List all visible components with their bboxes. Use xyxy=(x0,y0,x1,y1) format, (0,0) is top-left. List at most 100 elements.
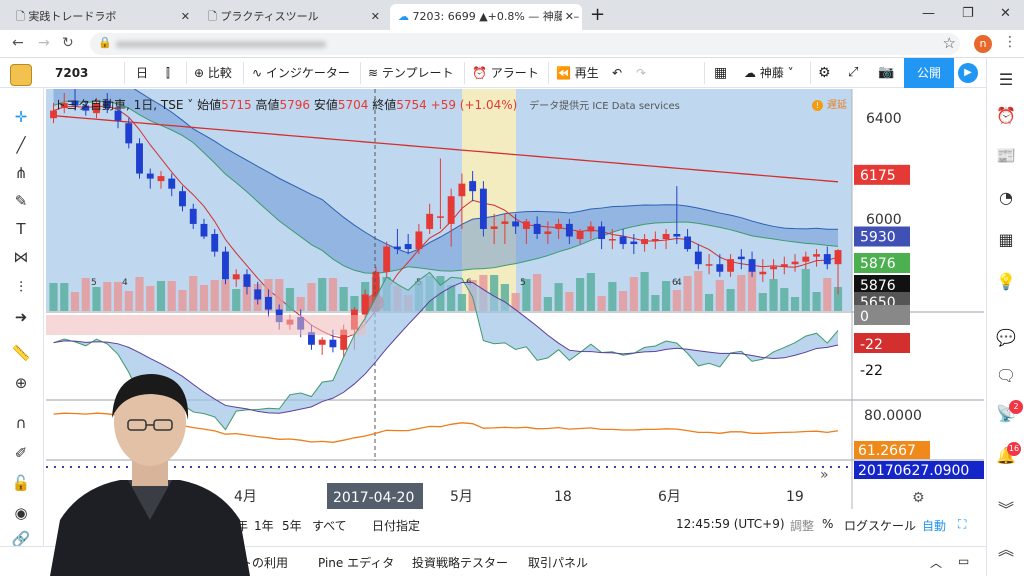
redo-icon[interactable]: ↷ xyxy=(636,58,646,88)
window-close-icon[interactable]: ✕ xyxy=(1000,6,1011,21)
fullscreen-icon[interactable]: ⤢ xyxy=(848,58,858,88)
volume-bar xyxy=(640,272,649,311)
chevron-up-icon[interactable]: ︿ xyxy=(930,554,942,571)
range-5y[interactable]: 5年 xyxy=(282,517,302,534)
volume-bar xyxy=(60,283,69,311)
minimize-icon[interactable]: — xyxy=(922,6,935,21)
watchlist-icon[interactable]: ☰ xyxy=(994,68,1018,92)
layout-name-button[interactable]: ☁ 神藤 ˅ xyxy=(744,58,794,88)
brush-icon[interactable]: ✎ xyxy=(9,190,33,212)
chat-icon[interactable]: 💬 xyxy=(994,326,1018,350)
magnet-icon[interactable]: ∩ xyxy=(9,412,33,434)
lock-icon[interactable]: 🔓 xyxy=(9,472,33,494)
ruler-icon[interactable]: 📏 xyxy=(9,342,33,364)
expand-icon[interactable]: ⛶ xyxy=(958,517,966,532)
symbol-search[interactable]: 7203 xyxy=(55,58,88,88)
browser-menu-icon[interactable]: ⋮ xyxy=(1003,34,1017,50)
goto-date-button[interactable]: 日付指定 xyxy=(372,517,420,534)
volume-bar xyxy=(651,295,660,311)
alert-button[interactable]: ⏰ アラート xyxy=(472,58,539,88)
tab-strategy-tester[interactable]: 投資戦略テスター xyxy=(412,554,508,571)
candle-body xyxy=(125,123,133,144)
alarm-clock-icon[interactable]: ⏰ xyxy=(994,104,1018,128)
close-tab-icon[interactable]: ✕ xyxy=(561,4,574,30)
volume-mark-label: 4 xyxy=(676,278,682,288)
messages-icon[interactable]: 🗨 xyxy=(994,364,1018,388)
templates-button[interactable]: ≋ テンプレート xyxy=(368,58,454,88)
replay-button[interactable]: ⏪ 再生 xyxy=(556,58,599,88)
candle-body xyxy=(834,250,842,265)
volume-bar xyxy=(156,281,166,311)
data-window-icon[interactable]: ◔ xyxy=(994,186,1018,210)
close-tab-icon[interactable]: ✕ xyxy=(181,4,190,30)
osc-positive-band xyxy=(46,315,366,335)
candle-style-icon[interactable]: ⫿ xyxy=(166,58,170,88)
candle-body xyxy=(136,143,143,174)
candle-body xyxy=(662,233,670,240)
back-icon[interactable]: ← xyxy=(12,35,24,51)
restore-icon[interactable]: ❐ xyxy=(962,6,974,21)
settings-gear-icon[interactable]: ⚙ xyxy=(818,58,831,88)
chevron-double-up-icon[interactable]: ︽ xyxy=(994,538,1018,562)
calendar-icon[interactable]: ▦ xyxy=(994,228,1018,252)
auto-scale-toggle[interactable]: 自動 xyxy=(922,517,946,534)
volume-bar xyxy=(661,281,671,311)
volume-bar xyxy=(737,275,746,311)
chevron-down-icon[interactable]: ˅ xyxy=(187,98,197,112)
maximize-panel-icon[interactable]: ▭ xyxy=(958,554,969,568)
url-field[interactable]: 🔒 ☆ xyxy=(90,33,960,55)
publish-button[interactable]: 公開 xyxy=(904,58,954,88)
osc-label-text: -22 xyxy=(860,363,883,379)
close-tab-icon[interactable]: ✕ xyxy=(371,4,380,30)
volume-bar xyxy=(672,290,681,311)
profile-avatar[interactable]: n xyxy=(974,35,992,53)
divider xyxy=(810,62,811,84)
zoom-in-icon[interactable]: ⊕ xyxy=(9,372,33,394)
percent-toggle[interactable]: % xyxy=(822,517,833,531)
range-all[interactable]: すべて xyxy=(312,517,347,534)
log-scale-toggle[interactable]: ログスケール xyxy=(844,517,916,534)
play-icon[interactable]: ▶ xyxy=(958,63,978,83)
news-icon[interactable]: 📰 xyxy=(994,144,1018,168)
trend-line-icon[interactable]: ╱ xyxy=(9,134,33,156)
presenter-webcam-overlay xyxy=(50,374,250,576)
notifications-badge: 16 xyxy=(1007,442,1021,456)
cursor-value-label: 20170627.0900 xyxy=(858,463,969,479)
pitchfork-icon[interactable]: ⋔ xyxy=(9,162,33,184)
tab-label: 実践トレードラボ xyxy=(28,10,117,23)
ideas-bulb-icon[interactable]: 💡 xyxy=(994,270,1018,294)
candle-body xyxy=(630,241,638,245)
new-tab-button[interactable]: + xyxy=(590,4,605,26)
browser-tab-practice-tool[interactable]: 🗋 プラクティスツール ✕ xyxy=(200,4,388,30)
interval-button[interactable]: 日 xyxy=(136,58,148,88)
delay-badge[interactable]: ! 遅延 xyxy=(812,96,847,111)
tab-trading-panel[interactable]: 取引パネル xyxy=(528,554,588,571)
cursor-date-label: 2017-04-20 xyxy=(333,490,414,506)
compare-button[interactable]: ⊕ 比較 xyxy=(194,58,232,88)
browser-tab-trade-lab[interactable]: 🗋 実践トレードラボ ✕ xyxy=(8,4,198,30)
tab-pine-editor[interactable]: Pine エディタ xyxy=(318,554,394,571)
bookmark-star-icon[interactable]: ☆ xyxy=(943,34,956,52)
prediction-icon[interactable]: ⫶ xyxy=(9,276,33,298)
user-logo-icon[interactable] xyxy=(10,64,32,86)
text-icon[interactable]: T xyxy=(9,218,33,240)
axis-settings-gear-icon: ⚙ xyxy=(912,490,925,506)
undo-icon[interactable]: ↶ xyxy=(612,58,622,88)
reload-icon[interactable]: ↻ xyxy=(62,35,74,51)
chevron-double-down-icon[interactable]: ︾ xyxy=(994,498,1018,522)
eye-icon[interactable]: ◉ xyxy=(9,502,33,524)
forward-icon[interactable]: → xyxy=(38,35,50,51)
candle-body xyxy=(694,251,702,265)
data-source: データ提供元 ICE Data services xyxy=(529,101,680,112)
camera-icon[interactable]: 📷 xyxy=(878,58,894,88)
stay-drawing-icon[interactable]: ✐ xyxy=(9,442,33,464)
pattern-icon[interactable]: ⋈ xyxy=(9,246,33,268)
arrow-icon[interactable]: ➜ xyxy=(9,306,33,328)
volume-bar xyxy=(135,277,144,311)
indicators-button[interactable]: ∿ インジケーター xyxy=(252,58,350,88)
layout-grid-icon[interactable]: ▦ xyxy=(714,58,727,88)
adjust-toggle[interactable]: 調整 xyxy=(790,517,814,534)
crosshair-icon[interactable]: ✛ xyxy=(9,106,33,128)
legend-title: トヨタ自動車, 1日, TSE xyxy=(54,98,184,112)
browser-tab-chart[interactable]: ☁ 7203: 6699 ▲+0.8% — 神藤 — T ✕ xyxy=(390,4,582,30)
